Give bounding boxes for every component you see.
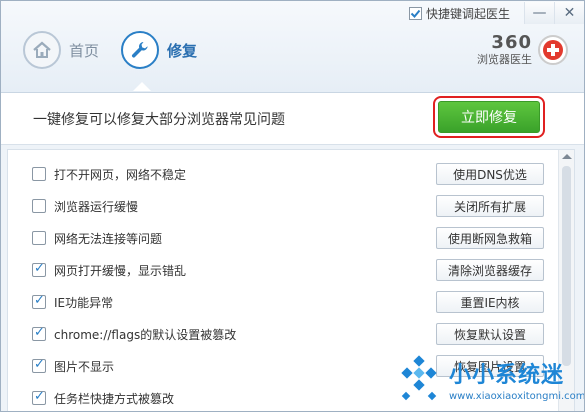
- minimize-icon: —: [532, 5, 547, 21]
- browser-doctor-window: 快捷键调起医生 — ✕ 首页 修复 360 浏览器医生 一键修复可以修复大部分浏…: [0, 0, 585, 412]
- issue-checkbox[interactable]: [32, 261, 46, 277]
- wrench-icon: [121, 31, 160, 69]
- header: 快捷键调起医生 — ✕ 首页 修复 360 浏览器医生: [1, 1, 584, 93]
- list-item: IE功能异常 重置IE内核: [8, 286, 558, 318]
- issue-checkbox[interactable]: [32, 231, 46, 245]
- issue-action-button[interactable]: 清除浏览器缓存: [436, 259, 544, 281]
- issue-label: 任务栏快捷方式被篡改: [54, 391, 175, 406]
- red-cross-icon: [538, 35, 568, 65]
- issue-checkbox[interactable]: [32, 357, 46, 373]
- issue-label: 浏览器运行缓慢: [54, 199, 139, 214]
- issue-action-button[interactable]: 关闭所有扩展: [436, 195, 544, 217]
- brand-name: 360: [491, 32, 532, 53]
- issue-label: 图片不显示: [54, 359, 115, 374]
- list-item: 浏览器运行缓慢 关闭所有扩展: [8, 190, 558, 222]
- brand-subtitle: 浏览器医生: [477, 53, 532, 66]
- issue-label: chrome://flags的默认设置被篡改: [54, 327, 237, 342]
- issue-checkbox[interactable]: [32, 167, 46, 181]
- issue-checkbox[interactable]: [32, 325, 46, 341]
- issue-label: 网络无法连接等问题: [54, 231, 163, 246]
- issue-action-button[interactable]: 重置IE内核: [436, 291, 544, 313]
- main-nav: 首页 修复: [23, 31, 219, 91]
- home-icon: [23, 31, 61, 69]
- watermark-logo-icon: [393, 353, 445, 405]
- active-tab-pointer: [133, 82, 152, 91]
- list-item: 打不开网页，网络不稳定 使用DNS优选: [8, 158, 558, 190]
- issue-label: IE功能异常: [54, 295, 114, 310]
- hotkey-toggle[interactable]: 快捷键调起医生: [408, 5, 510, 22]
- brand-text: 360 浏览器医生: [477, 33, 532, 67]
- banner-text: 一键修复可以修复大部分浏览器常见问题: [33, 112, 285, 128]
- watermark-url: www.xiaoxiaoxitongmi.com: [449, 390, 585, 402]
- scroll-thumb[interactable]: [562, 166, 571, 366]
- issue-action-button[interactable]: 使用断网急救箱: [436, 227, 544, 249]
- issue-checkbox[interactable]: [32, 199, 46, 213]
- tab-home[interactable]: 首页: [23, 31, 99, 69]
- issue-checkbox[interactable]: [32, 389, 46, 405]
- close-icon: ✕: [563, 5, 576, 21]
- tab-home-label: 首页: [69, 41, 100, 60]
- close-button[interactable]: ✕: [554, 2, 584, 24]
- hotkey-checkbox[interactable]: [408, 6, 422, 20]
- issue-label: 打不开网页，网络不稳定: [54, 167, 187, 182]
- watermark-title: 小小系统迷: [449, 362, 565, 388]
- brand: 360 浏览器医生: [477, 33, 568, 67]
- hotkey-label: 快捷键调起医生: [425, 6, 510, 21]
- fix-now-button[interactable]: 立即修复: [433, 96, 545, 138]
- title-bar: 快捷键调起医生 — ✕: [408, 1, 584, 25]
- tab-repair-label: 修复: [167, 41, 198, 60]
- issue-label: 网页打开缓慢，显示错乱: [54, 263, 187, 278]
- issue-action-button[interactable]: 恢复默认设置: [436, 323, 544, 345]
- scroll-up-arrow-icon[interactable]: [562, 154, 572, 159]
- list-item: 网页打开缓慢，显示错乱 清除浏览器缓存: [8, 254, 558, 286]
- minimize-button[interactable]: —: [524, 2, 554, 24]
- site-watermark: 小小系统迷 www.xiaoxiaoxitongmi.com: [393, 345, 585, 411]
- watermark-text: 小小系统迷 www.xiaoxiaoxitongmi.com: [449, 357, 585, 402]
- issue-checkbox[interactable]: [32, 293, 46, 309]
- list-item: 网络无法连接等问题 使用断网急救箱: [8, 222, 558, 254]
- tab-repair[interactable]: 修复: [121, 31, 198, 91]
- issue-action-button[interactable]: 使用DNS优选: [436, 163, 544, 185]
